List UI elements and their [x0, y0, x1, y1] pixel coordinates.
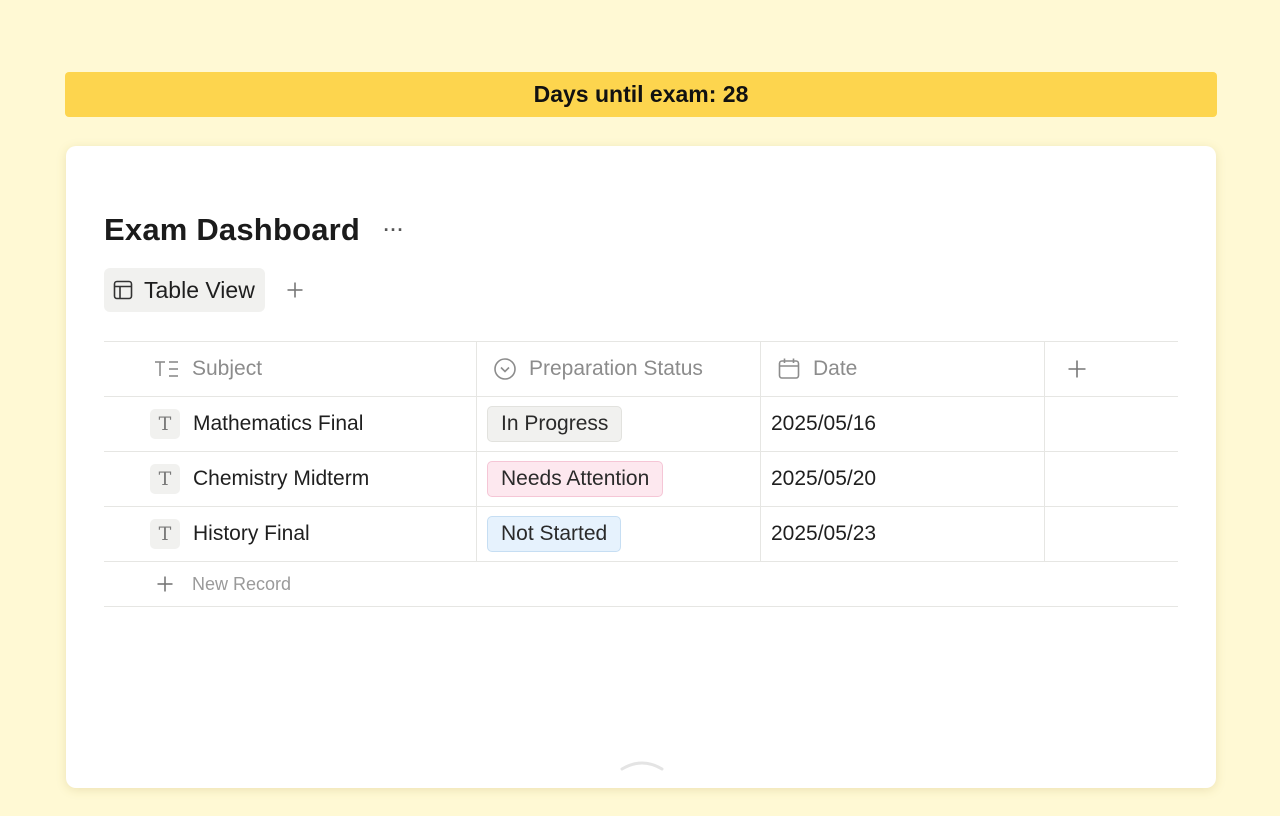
- subject-text: Mathematics Final: [193, 412, 364, 435]
- empty-cell[interactable]: [1045, 507, 1178, 561]
- date-text: 2025/05/23: [771, 522, 877, 545]
- table-layout-icon: [112, 279, 134, 301]
- tab-table-view[interactable]: Table View: [104, 268, 265, 312]
- title-row: Exam Dashboard ···: [104, 208, 408, 252]
- new-record-button[interactable]: New Record: [104, 562, 1178, 607]
- plus-icon: [156, 575, 174, 593]
- subject-text: History Final: [193, 522, 310, 545]
- table-row[interactable]: T History Final Not Started 2025/05/23: [104, 507, 1178, 562]
- subject-text: Chemistry Midterm: [193, 467, 370, 490]
- subject-cell[interactable]: T Mathematics Final: [104, 397, 477, 451]
- calendar-icon: [777, 357, 801, 381]
- page-title: Exam Dashboard: [104, 212, 361, 247]
- table-header-row: Subject Preparation Status Date: [104, 342, 1178, 397]
- new-record-label: New Record: [192, 573, 292, 594]
- empty-cell[interactable]: [1045, 397, 1178, 451]
- add-column-button[interactable]: [1045, 342, 1178, 396]
- date-text: 2025/05/16: [771, 412, 877, 435]
- status-badge: Not Started: [487, 516, 622, 552]
- plus-icon: [1067, 359, 1087, 379]
- column-header-subject[interactable]: Subject: [104, 342, 477, 396]
- date-cell[interactable]: 2025/05/20: [761, 452, 1045, 506]
- status-cell[interactable]: In Progress: [477, 397, 761, 451]
- column-label: Subject: [192, 357, 263, 380]
- exam-table: Subject Preparation Status Date T Mathem…: [104, 341, 1178, 607]
- column-label: Date: [813, 357, 858, 380]
- date-cell[interactable]: 2025/05/23: [761, 507, 1045, 561]
- more-options-button[interactable]: ···: [380, 216, 408, 244]
- text-type-icon: T: [150, 519, 180, 549]
- subject-cell[interactable]: T History Final: [104, 507, 477, 561]
- empty-cell[interactable]: [1045, 452, 1178, 506]
- text-type-icon: T: [150, 464, 180, 494]
- add-view-button[interactable]: [283, 278, 307, 302]
- status-badge: In Progress: [487, 406, 623, 442]
- chevron-circle-icon: [493, 357, 517, 381]
- text-type-icon: T: [150, 409, 180, 439]
- status-cell[interactable]: Not Started: [477, 507, 761, 561]
- status-badge: Needs Attention: [487, 461, 664, 497]
- column-header-preparation-status[interactable]: Preparation Status: [477, 342, 761, 396]
- column-label: Preparation Status: [529, 357, 703, 380]
- date-text: 2025/05/20: [771, 467, 877, 490]
- tab-label: Table View: [144, 276, 255, 303]
- date-cell[interactable]: 2025/05/16: [761, 397, 1045, 451]
- table-row[interactable]: T Chemistry Midterm Needs Attention 2025…: [104, 452, 1178, 507]
- subject-cell[interactable]: T Chemistry Midterm: [104, 452, 477, 506]
- dashboard-card: Exam Dashboard ··· Table View Subject Pr…: [66, 146, 1216, 788]
- column-header-date[interactable]: Date: [761, 342, 1045, 396]
- view-tabs: Table View: [104, 268, 307, 312]
- plus-icon: [286, 281, 304, 299]
- text-lines-icon: [154, 359, 180, 379]
- status-cell[interactable]: Needs Attention: [477, 452, 761, 506]
- collapse-handle-icon[interactable]: [620, 758, 664, 771]
- table-row[interactable]: T Mathematics Final In Progress 2025/05/…: [104, 397, 1178, 452]
- days-until-exam-banner: Days until exam: 28: [65, 72, 1217, 117]
